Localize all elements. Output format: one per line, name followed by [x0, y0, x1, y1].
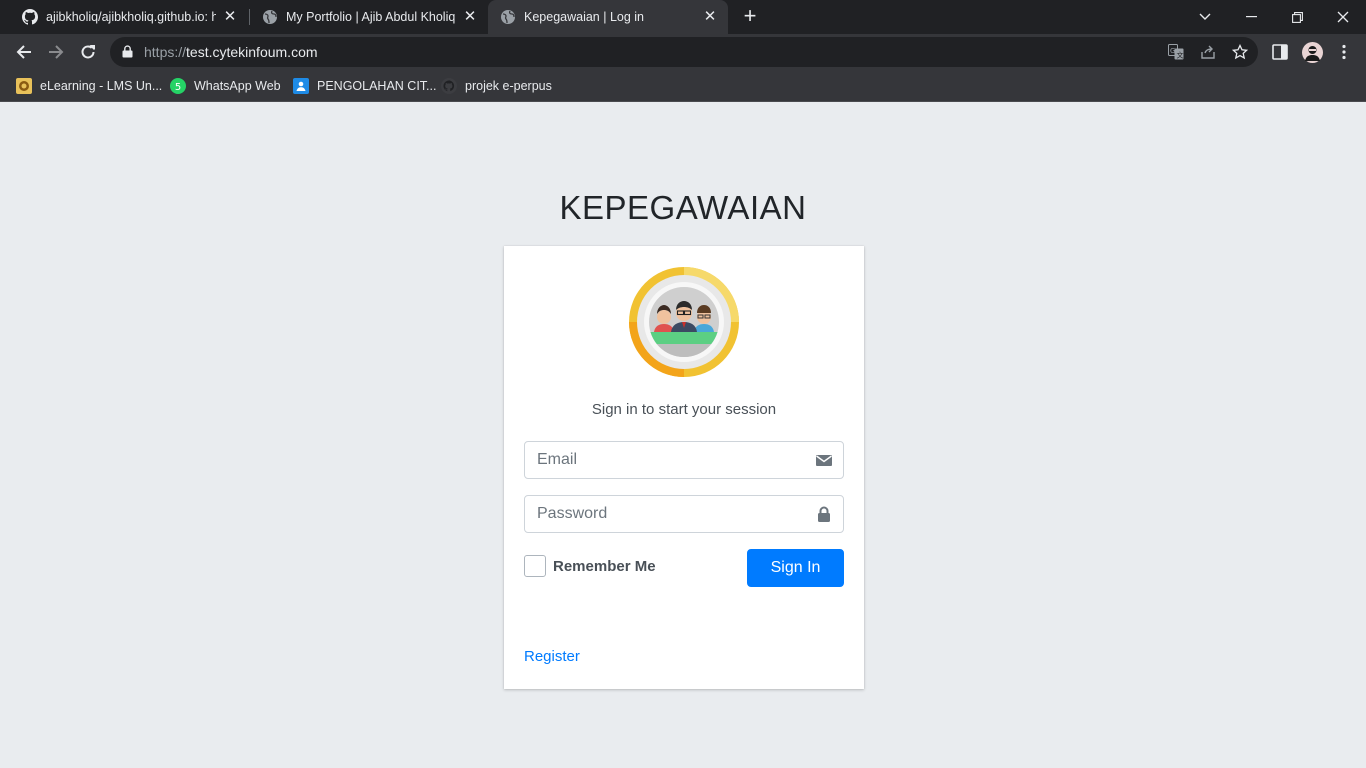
tab-kepegawaian-login[interactable]: Kepegawaian | Log in ✕	[488, 0, 728, 34]
github-icon	[441, 78, 457, 94]
bookmark-whatsapp[interactable]: 5 WhatsApp Web	[170, 76, 281, 96]
tab-github-repo[interactable]: ajibkholiq/ajibkholiq.github.io: ha ✕	[0, 0, 248, 34]
register-link[interactable]: Register	[524, 648, 580, 665]
bookmark-label: PENGOLAHAN CIT...	[317, 79, 437, 93]
login-card: Sign in to start your session Remember M…	[504, 246, 864, 689]
bookmark-star-icon[interactable]	[1232, 44, 1248, 60]
email-input[interactable]	[525, 442, 805, 478]
whatsapp-icon: 5	[170, 78, 186, 94]
reload-icon[interactable]	[74, 38, 102, 66]
globe-icon	[263, 10, 277, 24]
sign-in-button[interactable]: Sign In	[747, 549, 844, 587]
restore-icon[interactable]	[1274, 0, 1320, 34]
remember-me-label[interactable]: Remember Me	[553, 558, 656, 575]
login-message: Sign in to start your session	[591, 401, 777, 418]
lock-icon[interactable]	[122, 45, 133, 58]
address-bar[interactable]: https://test.cytekinfoum.com G文	[110, 37, 1258, 67]
tab-title: Kepegawaian | Log in	[524, 10, 645, 24]
forward-arrow-icon[interactable]	[42, 38, 70, 66]
remember-me-checkbox[interactable]	[524, 555, 546, 577]
globe-icon	[501, 10, 515, 24]
new-tab-plus-icon[interactable]: +	[739, 5, 761, 28]
page-title[interactable]: KEPEGAWAIAN	[0, 189, 1366, 227]
remember-me: Remember Me	[524, 555, 656, 577]
close-window-icon[interactable]	[1320, 0, 1366, 34]
tab-title: My Portfolio | Ajib Abdul Kholiq	[286, 10, 456, 24]
svg-text:文: 文	[1177, 51, 1184, 60]
bookmark-label: WhatsApp Web	[194, 79, 281, 93]
tab-close-icon[interactable]: ✕	[462, 9, 478, 25]
profile-avatar-icon[interactable]	[1302, 42, 1323, 63]
url-scheme: https://	[144, 44, 187, 60]
share-icon[interactable]	[1200, 44, 1216, 60]
svg-text:G: G	[1170, 47, 1175, 55]
browser-toolbar: https://test.cytekinfoum.com G文	[0, 34, 1366, 70]
minimize-icon[interactable]	[1228, 0, 1274, 34]
login-page: KEPEGAWAIAN Sign in to start your sessio…	[0, 103, 1366, 768]
envelope-icon	[816, 455, 832, 466]
tab-portfolio[interactable]: My Portfolio | Ajib Abdul Kholiq ✕	[240, 0, 488, 34]
translate-icon[interactable]: G文	[1168, 44, 1184, 60]
tab-title: ajibkholiq/ajibkholiq.github.io: ha	[46, 10, 216, 24]
bookmark-label: eLearning - LMS Un...	[40, 79, 163, 93]
tab-search-chevron-icon[interactable]	[1182, 0, 1228, 34]
email-field	[524, 441, 844, 479]
github-icon	[22, 9, 38, 25]
tab-close-icon[interactable]: ✕	[222, 9, 238, 25]
tab-close-icon[interactable]: ✕	[702, 9, 718, 25]
lock-icon	[818, 506, 830, 522]
side-panel-icon[interactable]	[1271, 43, 1289, 61]
university-seal-icon	[16, 78, 32, 94]
browser-tab-strip: ajibkholiq/ajibkholiq.github.io: ha ✕ My…	[0, 0, 1366, 34]
bookmark-projek-eperpus[interactable]: projek e-perpus	[441, 76, 552, 96]
bookmark-label: projek e-perpus	[465, 79, 552, 93]
team-avatar-logo	[629, 267, 739, 377]
bookmark-pengolahan[interactable]: PENGOLAHAN CIT...	[293, 76, 436, 96]
more-menu-icon[interactable]	[1335, 43, 1353, 61]
bookmarks-bar: eLearning - LMS Un... 5 WhatsApp Web PEN…	[0, 70, 1366, 102]
password-field	[524, 495, 844, 533]
classroom-icon	[293, 78, 309, 94]
whatsapp-badge: 5	[175, 82, 181, 93]
bookmark-elearning[interactable]: eLearning - LMS Un...	[16, 76, 162, 96]
password-input[interactable]	[525, 496, 805, 532]
back-arrow-icon[interactable]	[10, 38, 38, 66]
url-text: https://test.cytekinfoum.com	[144, 44, 318, 60]
url-host: test.cytekinfoum.com	[186, 44, 318, 60]
